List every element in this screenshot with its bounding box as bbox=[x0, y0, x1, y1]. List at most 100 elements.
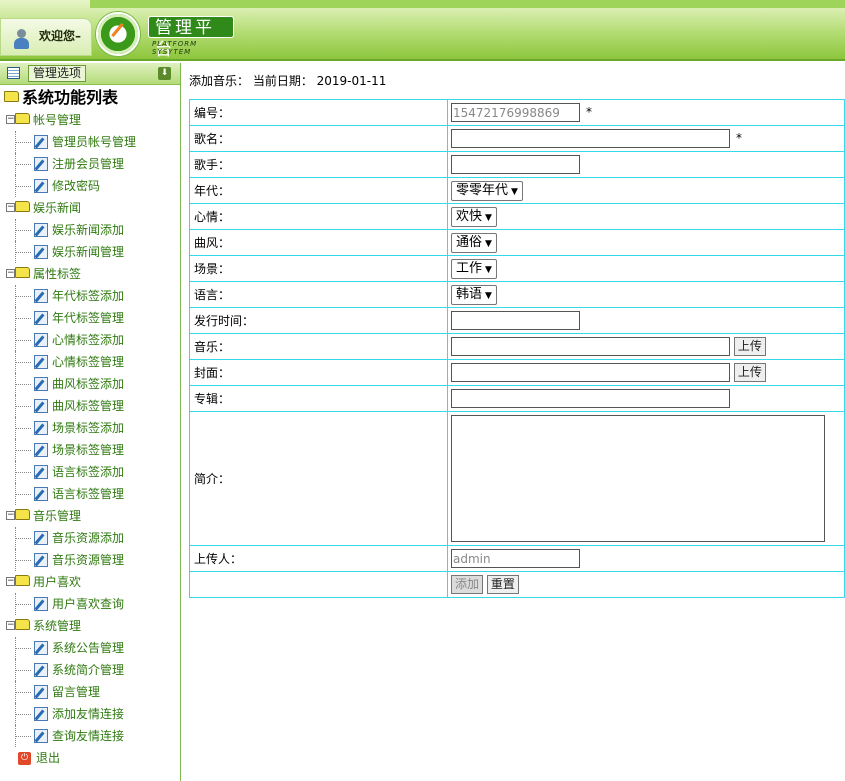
form-row-album: 专辑： bbox=[189, 385, 845, 412]
collapse-minus-icon[interactable]: − bbox=[6, 269, 15, 278]
collapse-arrow-icon[interactable]: ⬇ bbox=[158, 67, 171, 80]
sidebar-group[interactable]: − 音乐管理 bbox=[0, 505, 180, 527]
sidebar-group[interactable]: − 娱乐新闻 bbox=[0, 197, 180, 219]
sidebar-item[interactable]: 查询友情连接 bbox=[0, 725, 180, 747]
edit-page-icon bbox=[34, 332, 48, 347]
sidebar: 管理选项 ⬇ 系统功能列表 − 帐号管理管理员帐号管理 注册会员管理修改密码 − 娱乐新闻… bbox=[0, 63, 181, 781]
sidebar-group-label: 音乐管理 bbox=[33, 509, 82, 523]
edit-page-icon bbox=[34, 354, 48, 369]
folder-open-icon bbox=[15, 113, 30, 124]
edit-page-icon bbox=[34, 464, 48, 479]
sidebar-item[interactable]: 语言标签管理 bbox=[0, 483, 180, 505]
sidebar-group-label: 系统管理 bbox=[33, 619, 82, 633]
language-select[interactable]: 韩语 ▼ bbox=[451, 284, 497, 305]
collapse-minus-icon[interactable]: − bbox=[6, 621, 15, 630]
sidebar-group[interactable]: − 帐号管理 bbox=[0, 109, 180, 131]
collapse-minus-icon[interactable]: − bbox=[6, 511, 15, 520]
sidebar-item-label: 年代标签管理 bbox=[52, 311, 125, 325]
user-icon bbox=[13, 29, 31, 51]
cover-label: 封面： bbox=[189, 359, 448, 386]
dropdown-arrow-icon: ▼ bbox=[511, 186, 518, 197]
sidebar-group[interactable]: − 用户喜欢 bbox=[0, 571, 180, 593]
sidebar-item[interactable]: 娱乐新闻管理 bbox=[0, 241, 180, 263]
banner-stripe bbox=[90, 0, 845, 8]
collapse-minus-icon[interactable]: − bbox=[6, 115, 15, 124]
folder-open-icon bbox=[15, 619, 30, 630]
add-music-form: 编号： * 歌名： * 歌手： 年代： 零零年代▼ 心情： 欢快▼ 曲风： 通俗… bbox=[189, 99, 845, 598]
intro-label: 简介： bbox=[189, 411, 448, 546]
sidebar-item-label: 娱乐新闻添加 bbox=[52, 223, 125, 237]
cover-file-field[interactable] bbox=[451, 363, 730, 382]
sidebar-item[interactable]: 注册会员管理 bbox=[0, 153, 180, 175]
singer-field[interactable] bbox=[451, 155, 580, 174]
sidebar-item[interactable]: 年代标签管理 bbox=[0, 307, 180, 329]
sidebar-item-label: 场景标签管理 bbox=[52, 443, 125, 457]
sidebar-item-label: 娱乐新闻管理 bbox=[52, 245, 125, 259]
reset-button[interactable]: 重置 bbox=[486, 575, 519, 594]
sidebar-group-label: 娱乐新闻 bbox=[33, 201, 82, 215]
sidebar-item[interactable]: 曲风标签添加 bbox=[0, 373, 180, 395]
sidebar-item[interactable]: 音乐资源添加 bbox=[0, 527, 180, 549]
sidebar-item[interactable]: 娱乐新闻添加 bbox=[0, 219, 180, 241]
edit-page-icon bbox=[34, 222, 48, 237]
collapse-minus-icon[interactable]: − bbox=[6, 577, 15, 586]
edit-page-icon bbox=[34, 728, 48, 743]
edit-page-icon bbox=[34, 420, 48, 435]
scene-select[interactable]: 工作 ▼ bbox=[451, 258, 497, 279]
sidebar-item[interactable]: 系统简介管理 bbox=[0, 659, 180, 681]
sidebar-item-label: 曲风标签管理 bbox=[52, 399, 125, 413]
sidebar-item[interactable]: 场景标签添加 bbox=[0, 417, 180, 439]
sidebar-item-label: 管理员帐号管理 bbox=[52, 135, 137, 149]
music-file-field[interactable] bbox=[451, 337, 730, 356]
language-label: 语言： bbox=[189, 281, 448, 308]
song-name-field[interactable] bbox=[451, 129, 730, 148]
folder-open-icon bbox=[15, 575, 30, 586]
dropdown-arrow-icon: ▼ bbox=[485, 264, 492, 275]
folder-open-icon bbox=[15, 509, 30, 520]
sidebar-header: 管理选项 ⬇ bbox=[0, 63, 180, 85]
music-label: 音乐： bbox=[189, 333, 448, 360]
sidebar-item[interactable]: 用户喜欢查询 bbox=[0, 593, 180, 615]
folder-open-icon bbox=[15, 201, 30, 212]
sidebar-item-label: 注册会员管理 bbox=[52, 157, 125, 171]
intro-textarea[interactable] bbox=[451, 415, 825, 542]
function-tree: 系统功能列表 − 帐号管理 管理员帐号管理 注册会员管理 修改密码 − 娱乐新闻 娱乐新闻添加娱… bbox=[0, 85, 180, 769]
sidebar-item[interactable]: 系统公告管理 bbox=[0, 637, 180, 659]
mood-select[interactable]: 欢快 ▼ bbox=[451, 206, 497, 227]
sidebar-item[interactable]: 场景标签管理 bbox=[0, 439, 180, 461]
sidebar-group[interactable]: − 属性标签 bbox=[0, 263, 180, 285]
form-row-id: 编号： * bbox=[189, 99, 845, 126]
release-date-field[interactable] bbox=[451, 311, 580, 330]
sidebar-item[interactable]: 修改密码 bbox=[0, 175, 180, 197]
music-upload-button[interactable]: 上传 bbox=[733, 337, 766, 356]
add-button[interactable]: 添加 bbox=[451, 575, 484, 594]
edit-page-icon bbox=[34, 134, 48, 149]
id-field[interactable] bbox=[451, 103, 580, 122]
genre-select[interactable]: 通俗 ▼ bbox=[451, 232, 497, 253]
sidebar-item[interactable]: 添加友情连接 bbox=[0, 703, 180, 725]
edit-page-icon bbox=[34, 398, 48, 413]
sidebar-item[interactable]: 年代标签添加 bbox=[0, 285, 180, 307]
sidebar-item[interactable]: 心情标签管理 bbox=[0, 351, 180, 373]
edit-page-icon bbox=[34, 376, 48, 391]
sidebar-item[interactable]: 语言标签添加 bbox=[0, 461, 180, 483]
album-field[interactable] bbox=[451, 389, 730, 408]
era-select[interactable]: 零零年代 ▼ bbox=[451, 180, 523, 201]
sidebar-group[interactable]: − 系统管理 bbox=[0, 615, 180, 637]
tree-root: 系统功能列表 bbox=[0, 87, 180, 109]
uploader-field[interactable] bbox=[451, 549, 580, 568]
sidebar-item[interactable]: 曲风标签管理 bbox=[0, 395, 180, 417]
genre-label: 曲风： bbox=[189, 229, 448, 256]
cover-upload-button[interactable]: 上传 bbox=[733, 363, 766, 382]
sidebar-item[interactable]: 音乐资源管理 bbox=[0, 549, 180, 571]
top-banner: 欢迎您– 管理平台 PLATFORM SYSYTEM bbox=[0, 0, 845, 61]
form-row-release: 发行时间： bbox=[189, 307, 845, 334]
sidebar-exit[interactable]: ⏻ 退出 bbox=[0, 747, 180, 769]
collapse-minus-icon[interactable]: − bbox=[6, 203, 15, 212]
sidebar-item[interactable]: 心情标签添加 bbox=[0, 329, 180, 351]
form-row-cover: 封面： 上传 bbox=[189, 359, 845, 386]
form-row-uploader: 上传人： bbox=[189, 545, 845, 572]
sidebar-item-label: 添加友情连接 bbox=[52, 707, 125, 721]
sidebar-item[interactable]: 管理员帐号管理 bbox=[0, 131, 180, 153]
sidebar-item[interactable]: 留言管理 bbox=[0, 681, 180, 703]
